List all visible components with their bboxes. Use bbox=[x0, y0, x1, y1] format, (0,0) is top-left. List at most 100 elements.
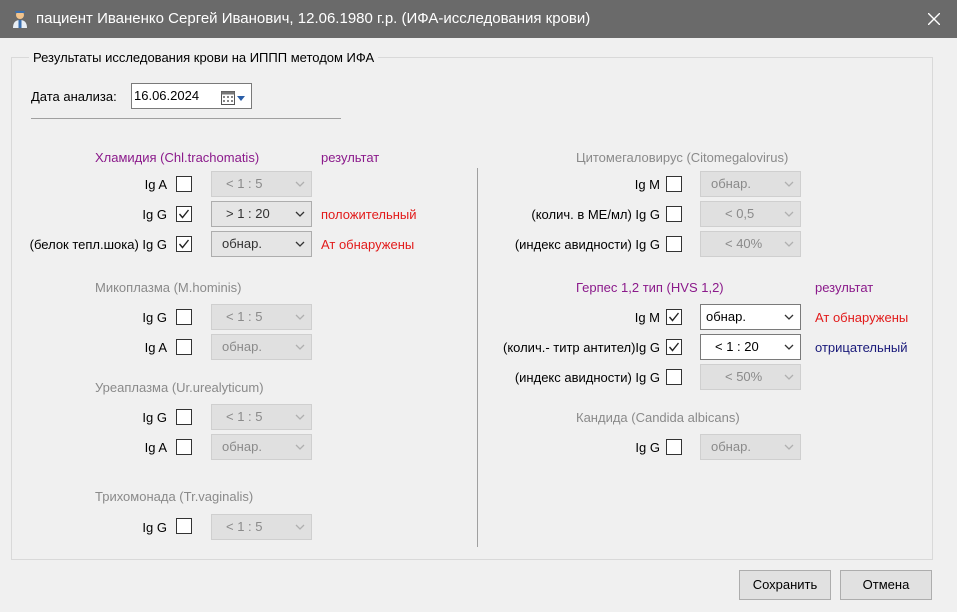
cmv-igm-combo[interactable]: обнар. bbox=[700, 171, 801, 197]
mycoplasma-igg-combo[interactable]: < 1 : 5 bbox=[211, 304, 312, 330]
close-button[interactable] bbox=[911, 0, 957, 38]
herpes-igm-checkbox[interactable] bbox=[666, 309, 682, 325]
ureaplasma-iga-checkbox[interactable] bbox=[176, 439, 192, 455]
trichomonas-heading: Трихомонада (Tr.vaginalis) bbox=[95, 489, 254, 504]
herpes-igm-combo[interactable]: обнар. bbox=[700, 304, 801, 330]
analysis-date-value: 16.06.2024 bbox=[134, 88, 200, 103]
herpes-titer-igg-combo[interactable]: < 1 : 20 bbox=[700, 334, 801, 360]
chlamydia-iga-combo[interactable]: < 1 : 5 bbox=[211, 171, 312, 197]
chevron-down-icon bbox=[295, 241, 305, 247]
mycoplasma-igg-checkbox[interactable] bbox=[176, 309, 192, 325]
chlamydia-igg-result: положительный bbox=[321, 207, 417, 222]
cmv-quant-igg-combo-value: < 0,5 bbox=[725, 206, 755, 221]
calendar-button[interactable] bbox=[221, 89, 247, 113]
checkmark-icon bbox=[668, 342, 680, 352]
herpes-titer-igg-label: (колич.- титр антител)Ig G bbox=[502, 340, 660, 355]
herpes-avidity-igg-checkbox[interactable] bbox=[666, 369, 682, 385]
title-bar: пациент Иваненко Сергей Иванович, 12.06.… bbox=[0, 0, 957, 38]
chevron-down-icon bbox=[295, 414, 305, 420]
candida-igg-combo-value: обнар. bbox=[711, 439, 751, 454]
ureaplasma-igg-combo[interactable]: < 1 : 5 bbox=[211, 404, 312, 430]
mycoplasma-iga-checkbox[interactable] bbox=[176, 339, 192, 355]
cmv-avidity-igg-label: (индекс авидности) Ig G bbox=[514, 237, 660, 252]
candida-igg-checkbox[interactable] bbox=[666, 439, 682, 455]
chlamydia-igg-combo-value: > 1 : 20 bbox=[226, 206, 270, 221]
chlamydia-hsp-igg-checkbox[interactable] bbox=[176, 236, 192, 252]
chevron-down-icon bbox=[784, 374, 794, 380]
ureaplasma-igg-checkbox[interactable] bbox=[176, 409, 192, 425]
herpes-avidity-igg-label: (индекс авидности) Ig G bbox=[514, 370, 660, 385]
cmv-igm-checkbox[interactable] bbox=[666, 176, 682, 192]
chlamydia-igg-label: Ig G bbox=[142, 207, 167, 222]
cmv-avidity-igg-checkbox[interactable] bbox=[666, 236, 682, 252]
mycoplasma-igg-combo-value: < 1 : 5 bbox=[226, 309, 263, 324]
herpes-titer-igg-result: отрицательный bbox=[815, 340, 908, 355]
mycoplasma-iga-combo-value: обнар. bbox=[222, 339, 262, 354]
analysis-date-input[interactable]: 16.06.2024 bbox=[131, 83, 252, 109]
herpes-titer-igg-checkbox[interactable] bbox=[666, 339, 682, 355]
chlamydia-iga-checkbox[interactable] bbox=[176, 176, 192, 192]
chlamydia-iga-label: Ig A bbox=[144, 177, 167, 192]
herpes-igm-label: Ig M bbox=[634, 310, 660, 325]
doctor-user-icon bbox=[13, 11, 27, 28]
chevron-down-icon bbox=[784, 444, 794, 450]
herpes-heading: Герпес 1,2 тип (HVS 1,2) bbox=[576, 280, 724, 295]
group-title: Результаты исследования крови на ИППП ме… bbox=[29, 50, 379, 65]
chlamydia-hsp-igg-combo[interactable]: обнар. bbox=[211, 231, 312, 257]
cmv-avidity-igg-combo[interactable]: < 40% bbox=[700, 231, 801, 257]
cmv-heading: Цитомегаловирус (Citomegalovirus) bbox=[576, 150, 789, 165]
trichomonas-igg-label: Ig G bbox=[142, 520, 167, 535]
checkmark-icon bbox=[668, 312, 680, 322]
chevron-down-icon bbox=[295, 524, 305, 530]
column-divider bbox=[477, 168, 478, 547]
save-button[interactable]: Сохранить bbox=[739, 570, 831, 600]
candida-igg-label: Ig G bbox=[635, 440, 660, 455]
mycoplasma-iga-combo[interactable]: обнар. bbox=[211, 334, 312, 360]
cmv-igm-combo-value: обнар. bbox=[711, 176, 751, 191]
chlamydia-hsp-igg-combo-value: обнар. bbox=[222, 236, 262, 251]
ureaplasma-iga-label: Ig A bbox=[144, 440, 167, 455]
cmv-avidity-igg-combo-value: < 40% bbox=[725, 236, 763, 251]
herpes-igm-combo-value: обнар. bbox=[706, 309, 746, 324]
cancel-button[interactable]: Отмена bbox=[840, 570, 932, 600]
ureaplasma-igg-label: Ig G bbox=[142, 410, 167, 425]
chevron-down-icon bbox=[295, 211, 305, 217]
chevron-down-icon bbox=[784, 241, 794, 247]
ureaplasma-heading: Уреаплазма (Ur.urealyticum) bbox=[95, 380, 264, 395]
trichomonas-igg-combo[interactable]: < 1 : 5 bbox=[211, 514, 312, 540]
chlamydia-result-header: результат bbox=[321, 150, 380, 165]
ureaplasma-igg-combo-value: < 1 : 5 bbox=[226, 409, 263, 424]
chlamydia-igg-checkbox[interactable] bbox=[176, 206, 192, 222]
trichomonas-igg-combo-value: < 1 : 5 bbox=[226, 519, 263, 534]
herpes-result-header: результат bbox=[815, 280, 874, 295]
cmv-quant-igg-checkbox[interactable] bbox=[666, 206, 682, 222]
ureaplasma-iga-combo-value: обнар. bbox=[222, 439, 262, 454]
chevron-down-icon bbox=[784, 344, 794, 350]
chevron-down-icon bbox=[295, 181, 305, 187]
herpes-avidity-igg-combo-value: < 50% bbox=[725, 369, 763, 384]
checkmark-icon bbox=[178, 239, 190, 249]
mycoplasma-heading: Микоплазма (M.hominis) bbox=[95, 280, 242, 295]
window-title: пациент Иваненко Сергей Иванович, 12.06.… bbox=[36, 10, 591, 27]
ureaplasma-iga-combo[interactable]: обнар. bbox=[211, 434, 312, 460]
candida-igg-combo[interactable]: обнар. bbox=[700, 434, 801, 460]
analysis-date-label: Дата анализа: bbox=[31, 89, 117, 104]
chevron-down-icon bbox=[295, 344, 305, 350]
date-divider bbox=[31, 118, 341, 119]
trichomonas-igg-checkbox[interactable] bbox=[176, 518, 192, 534]
chevron-down-icon bbox=[784, 314, 794, 320]
cmv-quant-igg-combo[interactable]: < 0,5 bbox=[700, 201, 801, 227]
close-icon bbox=[928, 13, 940, 25]
checkmark-icon bbox=[178, 209, 190, 219]
mycoplasma-igg-label: Ig G bbox=[142, 310, 167, 325]
mycoplasma-iga-label: Ig A bbox=[144, 340, 167, 355]
herpes-avidity-igg-combo[interactable]: < 50% bbox=[700, 364, 801, 390]
chlamydia-hsp-igg-label: (белок тепл.шока) Ig G bbox=[29, 237, 167, 252]
chlamydia-iga-combo-value: < 1 : 5 bbox=[226, 176, 263, 191]
calendar-icon bbox=[221, 91, 245, 105]
cmv-igm-label: Ig M bbox=[634, 177, 660, 192]
chlamydia-heading: Хламидия (Chl.trachomatis) bbox=[95, 150, 260, 165]
herpes-titer-igg-combo-value: < 1 : 20 bbox=[715, 339, 759, 354]
chevron-down-icon bbox=[295, 444, 305, 450]
chlamydia-igg-combo[interactable]: > 1 : 20 bbox=[211, 201, 312, 227]
